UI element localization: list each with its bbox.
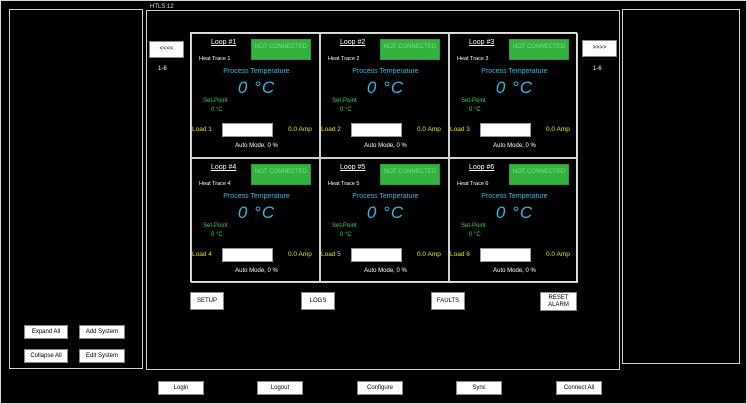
auto-mode-status: Auto Mode, 0 % (364, 268, 407, 274)
set-point-label: Set-Point (461, 98, 486, 104)
loop-card: Loop #1 Heat Trace 1 NOT CONNECTED Proce… (191, 33, 320, 158)
heat-trace-label: Heat Trace 6 (457, 181, 489, 187)
loop-title[interactable]: Loop #6 (469, 164, 494, 171)
logs-button[interactable]: LOGS (301, 292, 335, 310)
set-point-label: Set-Point (461, 223, 486, 229)
heat-trace-label: Heat Trace 4 (199, 181, 231, 187)
add-system-button[interactable]: Add System (79, 325, 125, 339)
process-temperature-label: Process Temperature (223, 193, 290, 200)
loop-title[interactable]: Loop #4 (211, 164, 236, 171)
loop-title[interactable]: Loop #1 (211, 39, 236, 46)
connection-status-badge: NOT CONNECTED (251, 39, 311, 60)
set-point-label: Set-Point (203, 223, 228, 229)
prev-page-button[interactable]: <<<< (149, 41, 184, 58)
load-current: 0.0 Amp (288, 126, 312, 133)
loop-card: Loop #3 Heat Trace 3 NOT CONNECTED Proce… (449, 33, 578, 158)
set-point-value: 0 °C (469, 232, 481, 238)
connect-all-button[interactable]: Connect All (556, 381, 602, 395)
auto-mode-status: Auto Mode, 0 % (364, 143, 407, 149)
reset-alarm-button[interactable]: RESET ALARM (540, 292, 577, 311)
login-button[interactable]: Login (158, 381, 204, 395)
set-point-label: Set-Point (332, 223, 357, 229)
connection-status-badge: NOT CONNECTED (251, 164, 311, 185)
load-input[interactable] (480, 123, 531, 137)
process-temperature-value: 0 °C (366, 203, 405, 222)
loop-card: Loop #5 Heat Trace 5 NOT CONNECTED Proce… (320, 158, 449, 283)
group-title: HTLS 12 (148, 4, 176, 10)
load-label: Load 3 (450, 126, 470, 133)
set-point-value: 0 °C (340, 232, 352, 238)
load-current: 0.0 Amp (417, 251, 441, 258)
loop-card: Loop #6 Heat Trace 6 NOT CONNECTED Proce… (449, 158, 578, 283)
right-page-range: 1-6 (593, 66, 602, 72)
load-input[interactable] (351, 123, 402, 137)
edit-system-button[interactable]: Edit System (79, 349, 125, 363)
loop-card: Loop #4 Heat Trace 4 NOT CONNECTED Proce… (191, 158, 320, 283)
process-temperature-label: Process Temperature (481, 68, 548, 75)
set-point-label: Set-Point (332, 98, 357, 104)
set-point-value: 0 °C (340, 107, 352, 113)
auto-mode-status: Auto Mode, 0 % (235, 143, 278, 149)
auto-mode-status: Auto Mode, 0 % (493, 268, 536, 274)
load-current: 0.0 Amp (288, 251, 312, 258)
set-point-label: Set-Point (203, 98, 228, 104)
configure-button[interactable]: Configure (357, 381, 403, 395)
right-side-panel (622, 9, 740, 364)
sync-button[interactable]: Sync (456, 381, 502, 395)
load-label: Load 2 (321, 126, 341, 133)
connection-status-badge: NOT CONNECTED (380, 164, 440, 185)
process-temperature-value: 0 °C (366, 78, 405, 97)
heat-trace-label: Heat Trace 1 (199, 56, 231, 62)
heat-trace-label: Heat Trace 3 (457, 56, 489, 62)
auto-mode-status: Auto Mode, 0 % (493, 143, 536, 149)
load-current: 0.0 Amp (417, 126, 441, 133)
next-page-button[interactable]: >>>> (582, 40, 617, 57)
auto-mode-status: Auto Mode, 0 % (235, 268, 278, 274)
process-temperature-value: 0 °C (237, 203, 276, 222)
connection-status-badge: NOT CONNECTED (509, 164, 569, 185)
loop-title[interactable]: Loop #3 (469, 39, 494, 46)
loop-grid: Loop #1 Heat Trace 1 NOT CONNECTED Proce… (190, 32, 578, 283)
process-temperature-value: 0 °C (237, 78, 276, 97)
logout-button[interactable]: Logout (257, 381, 303, 395)
loop-title[interactable]: Loop #5 (340, 164, 365, 171)
load-current: 0.0 Amp (546, 126, 570, 133)
system-tree-panel (9, 9, 143, 369)
connection-status-badge: NOT CONNECTED (380, 39, 440, 60)
load-label: Load 4 (192, 251, 212, 258)
heat-trace-label: Heat Trace 5 (328, 181, 360, 187)
load-label: Load 1 (192, 126, 212, 133)
load-label: Load 5 (321, 251, 341, 258)
load-input[interactable] (222, 248, 273, 262)
process-temperature-label: Process Temperature (223, 68, 290, 75)
process-temperature-label: Process Temperature (481, 193, 548, 200)
set-point-value: 0 °C (211, 107, 223, 113)
connection-status-badge: NOT CONNECTED (509, 39, 569, 60)
collapse-all-button[interactable]: Collapse All (24, 349, 68, 363)
faults-button[interactable]: FAULTS (431, 292, 465, 310)
loop-title[interactable]: Loop #2 (340, 39, 365, 46)
heat-trace-label: Heat Trace 2 (328, 56, 360, 62)
load-label: Load 6 (450, 251, 470, 258)
process-temperature-label: Process Temperature (352, 193, 419, 200)
process-temperature-label: Process Temperature (352, 68, 419, 75)
setup-button[interactable]: SETUP (190, 292, 224, 310)
load-current: 0.0 Amp (546, 251, 570, 258)
load-input[interactable] (480, 248, 531, 262)
set-point-value: 0 °C (211, 232, 223, 238)
expand-all-button[interactable]: Expand All (24, 325, 68, 339)
process-temperature-value: 0 °C (495, 203, 534, 222)
left-page-range: 1-6 (158, 66, 167, 72)
load-input[interactable] (351, 248, 402, 262)
load-input[interactable] (222, 123, 273, 137)
set-point-value: 0 °C (469, 107, 481, 113)
loop-card: Loop #2 Heat Trace 2 NOT CONNECTED Proce… (320, 33, 449, 158)
process-temperature-value: 0 °C (495, 78, 534, 97)
